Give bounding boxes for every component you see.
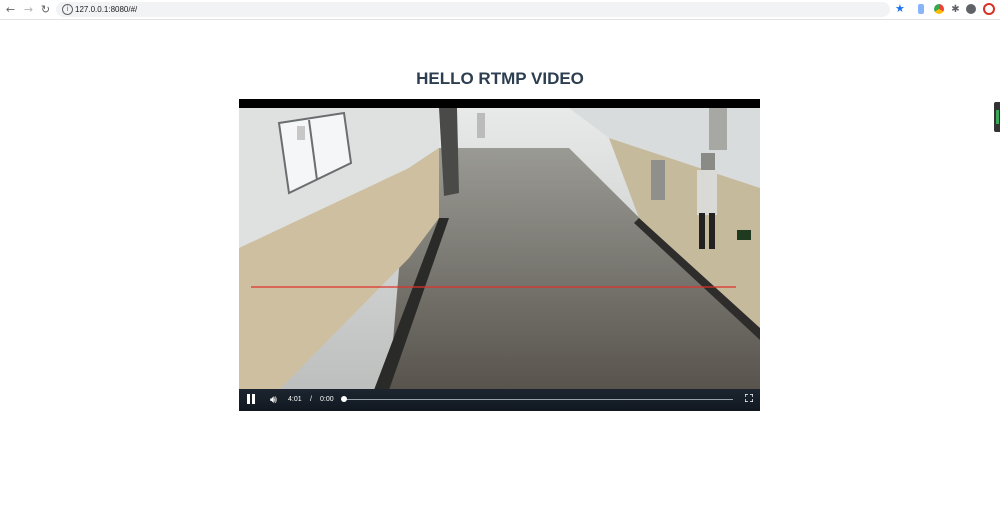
opera-icon[interactable] (983, 3, 995, 15)
duration: 0:00 (320, 396, 334, 403)
back-arrow-icon[interactable]: ← (4, 3, 17, 16)
video-frame[interactable] (239, 108, 760, 390)
volume-icon[interactable]: 🔊︎ (270, 393, 277, 406)
player-controls: 🔊︎ 4:01 / 0:00 (239, 389, 760, 411)
site-info-icon[interactable]: i (62, 4, 73, 15)
progress-bar[interactable] (344, 399, 733, 400)
side-panel-tab[interactable] (994, 102, 1000, 132)
pause-icon[interactable] (247, 394, 255, 405)
bookmark-star-icon[interactable]: ★ (895, 2, 905, 15)
browser-toolbar: ← → ↻ i 127.0.0.1:8080/#/ ★ ✱ (0, 0, 1000, 20)
reload-icon[interactable]: ↻ (39, 3, 52, 16)
forward-arrow-icon[interactable]: → (22, 3, 35, 16)
fullscreen-icon[interactable] (745, 394, 753, 402)
chrome-icon[interactable] (934, 4, 944, 14)
url-text: 127.0.0.1:8080/#/ (75, 5, 138, 14)
video-player[interactable]: 🔊︎ 4:01 / 0:00 (239, 99, 760, 411)
extension-icon[interactable] (918, 4, 924, 14)
current-time: 4:01 (288, 396, 302, 403)
page-title: HELLO RTMP VIDEO (416, 69, 584, 88)
account-icon[interactable] (966, 4, 976, 14)
progress-handle[interactable] (341, 396, 347, 402)
address-bar[interactable]: i 127.0.0.1:8080/#/ (56, 2, 890, 17)
time-separator: / (310, 396, 312, 403)
puzzle-icon[interactable]: ✱ (949, 3, 962, 16)
